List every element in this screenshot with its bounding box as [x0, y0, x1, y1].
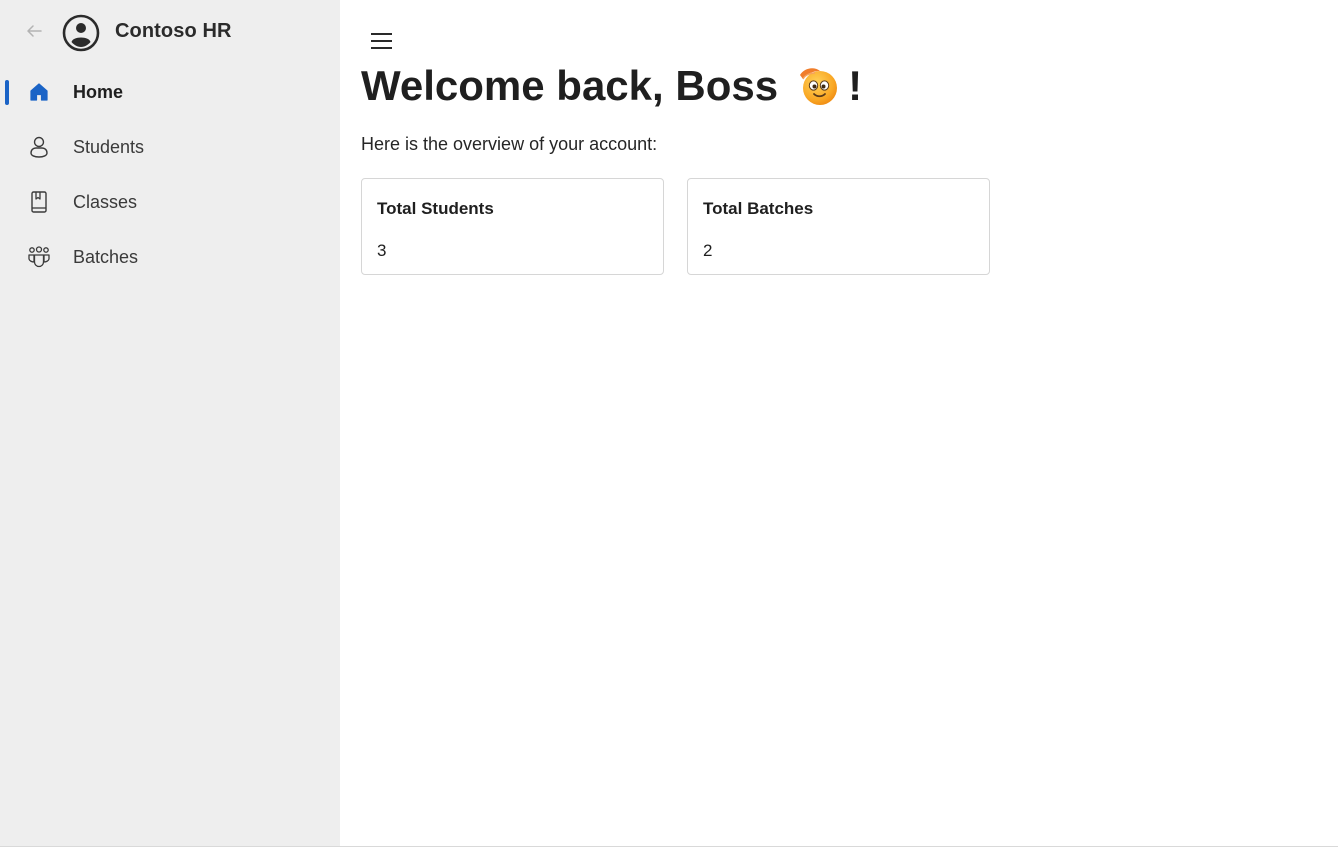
sidebar: Contoso HR Home Students Classes Batches: [0, 0, 340, 846]
welcome-text: Welcome back, Boss: [361, 62, 779, 109]
back-button[interactable]: [20, 17, 48, 45]
arrow-left-icon: [27, 25, 42, 37]
total-batches-card: Total Batches 2: [687, 178, 990, 275]
sidebar-item-label: Home: [73, 82, 124, 102]
sidebar-item-label: Classes: [73, 192, 138, 212]
sidebar-item-label: Batches: [73, 247, 139, 267]
book-icon: [26, 189, 52, 215]
hamburger-line: [371, 40, 392, 42]
card-title: Total Students: [377, 199, 494, 218]
total-students-card: Total Students 3: [361, 178, 664, 275]
sidebar-item-students[interactable]: Students: [0, 120, 340, 175]
hamburger-line: [371, 33, 392, 35]
card-value: 2: [703, 241, 713, 260]
main-content: Welcome back, Boss ! Here is the overvie…: [340, 0, 1338, 846]
card-value: 3: [377, 241, 387, 260]
person-icon: [26, 134, 52, 160]
app-window: Contoso HR Home Students Classes Batches…: [0, 0, 1338, 867]
hamburger-menu-button[interactable]: [368, 29, 394, 53]
sidebar-item-label: Students: [73, 137, 145, 157]
sidebar-item-classes[interactable]: Classes: [0, 175, 340, 230]
selection-indicator: [5, 80, 9, 105]
sidebar-item-home[interactable]: Home: [0, 65, 340, 120]
hamburger-line: [371, 47, 392, 49]
home-icon: [26, 79, 52, 105]
sidebar-item-batches[interactable]: Batches: [0, 230, 340, 285]
welcome-suffix: !: [848, 62, 863, 109]
smiling-face-emoji-icon: [800, 68, 838, 105]
overview-subtitle: Here is the overview of your account:: [361, 134, 658, 154]
people-team-icon: [26, 244, 52, 270]
app-title: Contoso HR: [115, 20, 232, 42]
person-circle-icon: [62, 14, 100, 52]
window-bottom-edge: [0, 846, 1338, 867]
page-title: Welcome back, Boss !: [361, 62, 862, 110]
sidebar-nav: Home Students Classes Batches: [0, 65, 340, 285]
title-bar: Contoso HR: [0, 0, 340, 64]
card-title: Total Batches: [703, 199, 814, 218]
